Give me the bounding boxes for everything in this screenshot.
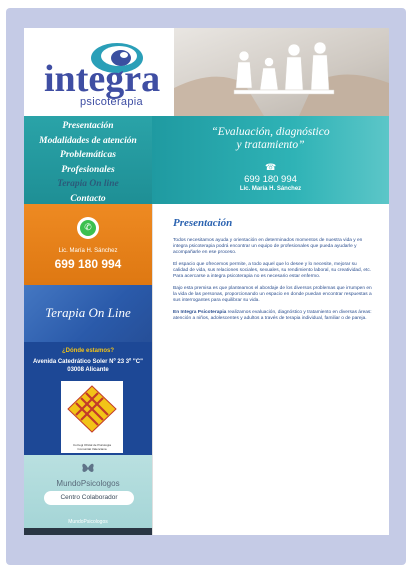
banner-name: Lic. María H. Sánchez	[239, 186, 302, 192]
banner: “Evaluación, diagnóstico y tratamiento” …	[152, 116, 389, 204]
paragraph-4-bold: En Integra Psicoterapia	[173, 310, 227, 315]
whatsapp-icon[interactable]: ✆	[77, 217, 99, 239]
nav-item-profesionales[interactable]: Profesionales	[24, 163, 152, 178]
page-title: Presentación	[173, 217, 233, 229]
centro-colaborador-button[interactable]: Centro Colaborador	[44, 491, 134, 505]
seal-emblem-icon	[67, 385, 117, 433]
hero-image	[174, 28, 389, 116]
location-address: Avenida Catedrático Soler Nº 23 3º "C" 0…	[24, 358, 152, 374]
nav-item-terapia-online[interactable]: Terapia On line	[24, 177, 152, 192]
nav-item-modalidades[interactable]: Modalidades de atención	[24, 134, 152, 149]
address-line1: Avenida Catedrático Soler Nº 23 3º "C"	[33, 359, 143, 365]
paragraph-1: Todos necesitamos ayuda y orientación en…	[173, 238, 363, 255]
banner-quote-line2: y tratamiento”	[236, 139, 305, 151]
seal-caption-line2: Comunitat Valenciana	[77, 447, 107, 451]
mundopsicologos-title: MundoPsicologos	[56, 479, 120, 488]
location-question: ¿Dónde estamos?	[61, 348, 114, 354]
seal-caption: Col·legi Oficial de Psicologia Comunitat…	[61, 443, 123, 451]
contact-phone[interactable]: 699 180 994	[24, 257, 152, 271]
banner-quote-line1: “Evaluación, diagnóstico	[211, 126, 330, 138]
terapia-online-title: Terapia On Line	[45, 305, 131, 320]
logo-name: integra	[44, 58, 161, 100]
mundopsicologos-footer[interactable]: MundoPsicologos	[24, 519, 152, 525]
logo-subtitle: psicoterapia	[80, 96, 143, 108]
main-nav: Presentación Modalidades de atención Pro…	[24, 116, 152, 204]
psychology-college-seal[interactable]: Col·legi Oficial de Psicologia Comunitat…	[61, 381, 123, 453]
butterfly-icon	[82, 463, 94, 472]
banner-quote: “Evaluación, diagnóstico y tratamiento”	[152, 126, 389, 152]
paper-family-hands-icon	[174, 41, 389, 116]
header: integra psicoterapia	[24, 28, 389, 116]
phone-icon: ☎	[265, 162, 277, 172]
nav-item-problematicas[interactable]: Problemáticas	[24, 148, 152, 163]
location-box: ¿Dónde estamos? Avenida Catedrático Sole…	[24, 342, 152, 455]
page: integra psicoterapia Presentación Modali…	[24, 28, 389, 535]
mundopsicologos-box: MundoPsicologos Centro Colaborador Mundo…	[24, 455, 152, 535]
main-content: Presentación Todos necesitamos ayuda y o…	[152, 204, 389, 535]
paragraph-4: En Integra Psicoterapia realizamos evalu…	[173, 310, 373, 322]
paragraph-2: El espacio que ofrecemos permite, a todo…	[173, 262, 372, 279]
main-body: Todos necesitamos ayuda y orientación en…	[173, 238, 373, 328]
paragraph-3: Bajo esta premisa es que planteamos el a…	[173, 286, 372, 303]
contact-box: ✆ Lic. María H. Sánchez 699 180 994	[24, 204, 152, 285]
mundopsicologos-bottom-bar	[24, 528, 152, 535]
sidebar: ✆ Lic. María H. Sánchez 699 180 994 Tera…	[24, 204, 152, 535]
banner-phone[interactable]: 699 180 994	[152, 174, 389, 185]
nav-item-presentacion[interactable]: Presentación	[24, 119, 152, 134]
address-line2: 03008 Alicante	[67, 367, 109, 373]
terapia-online-banner[interactable]: Terapia On Line	[24, 285, 152, 342]
contact-name: Lic. María H. Sánchez	[58, 248, 118, 254]
